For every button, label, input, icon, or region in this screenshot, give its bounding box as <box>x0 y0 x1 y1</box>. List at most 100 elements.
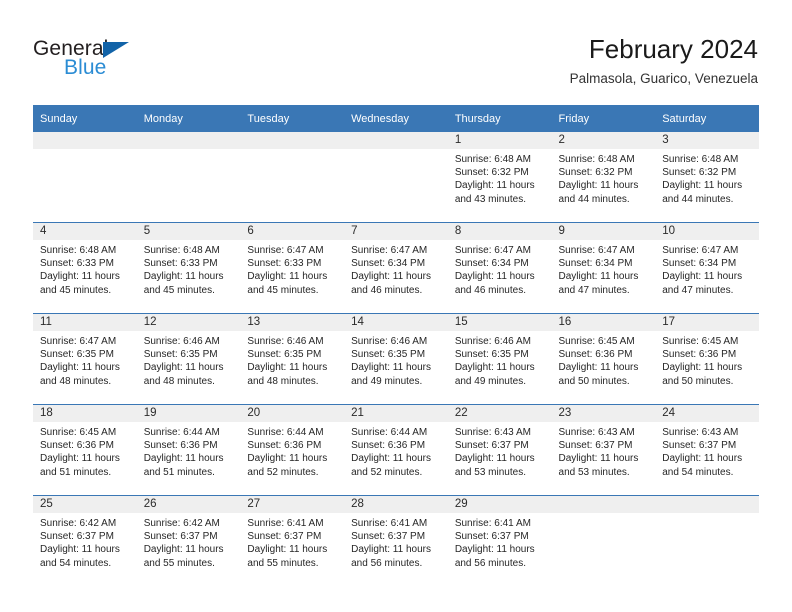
day-number: 3 <box>655 132 759 149</box>
month-calendar-grid: Sunday Monday Tuesday Wednesday Thursday Frid… <box>33 105 759 586</box>
day-cell[interactable]: 10 Sunrise: 6:47 AM Sunset: 6:34 PM Dayligh… <box>655 222 759 314</box>
daylight-text: Daylight: 11 hours and 51 minutes. <box>40 453 120 478</box>
day-cell[interactable]: 7 Sunrise: 6:47 AM Sunset: 6:34 PM Daylight… <box>344 222 448 314</box>
day-cell[interactable]: 14 Sunrise: 6:46 AM Sunset: 6:35 PM Dayligh… <box>344 313 448 405</box>
day-cell[interactable]: 5 Sunrise: 6:48 AM Sunset: 6:33 PM Daylight… <box>136 222 241 314</box>
day-cell[interactable]: 23 Sunrise: 6:43 AM Sunset: 6:37 PM Dayligh… <box>551 404 656 496</box>
day-cell[interactable]: 21 Sunrise: 6:44 AM Sunset: 6:36 PM Dayligh… <box>344 404 448 496</box>
daylight-text: Daylight: 11 hours and 50 minutes. <box>662 362 743 387</box>
sunset-text: Sunset: 6:36 PM <box>558 349 633 361</box>
daylight-text: Daylight: 11 hours and 54 minutes. <box>662 453 743 478</box>
sunset-text: Sunset: 6:37 PM <box>247 531 322 543</box>
day-cell[interactable]: 13 Sunrise: 6:46 AM Sunset: 6:35 PM Dayligh… <box>240 313 345 405</box>
daylight-text: Daylight: 11 hours and 55 minutes. <box>143 544 224 569</box>
day-cell[interactable]: 6 Sunrise: 6:47 AM Sunset: 6:33 PM Daylight… <box>240 222 345 314</box>
sunset-text: Sunset: 6:32 PM <box>662 167 737 179</box>
calendar-week-row: 25 Sunrise: 6:42 AM Sunset: 6:37 PM Dayligh… <box>33 495 759 586</box>
weekday-header-thursday: Thursday <box>447 105 552 132</box>
daylight-text: Daylight: 11 hours and 56 minutes. <box>351 544 431 569</box>
day-cell-empty <box>551 495 656 586</box>
day-number: 16 <box>551 314 656 331</box>
daylight-text: Daylight: 11 hours and 52 minutes. <box>247 453 328 478</box>
day-number <box>136 132 241 149</box>
page-header: General Blue February 2024 Palmasola, Gu… <box>0 0 792 104</box>
daylight-text: Daylight: 11 hours and 47 minutes. <box>662 271 743 296</box>
sunset-text: Sunset: 6:33 PM <box>40 258 114 270</box>
weekday-header-saturday: Saturday <box>655 105 759 132</box>
day-cell-details: Sunrise: 6:47 AM Sunset: 6:34 PM Daylight:… <box>344 240 448 297</box>
daylight-text: Daylight: 11 hours and 53 minutes. <box>454 453 535 478</box>
day-cell[interactable]: 25 Sunrise: 6:42 AM Sunset: 6:37 PM Dayligh… <box>33 495 137 586</box>
day-cell-details: Sunrise: 6:44 AM Sunset: 6:36 PM Daylight:… <box>137 422 241 479</box>
sunset-text: Sunset: 6:34 PM <box>558 258 633 270</box>
day-cell[interactable]: 3 Sunrise: 6:48 AM Sunset: 6:32 PM Daylight… <box>655 132 759 223</box>
sunset-text: Sunset: 6:36 PM <box>40 440 114 452</box>
day-cell[interactable]: 27 Sunrise: 6:41 AM Sunset: 6:37 PM Dayligh… <box>240 495 345 586</box>
sunrise-text: Sunrise: 6:45 AM <box>662 336 739 347</box>
day-cell-empty <box>344 132 448 223</box>
day-cell-details: Sunrise: 6:45 AM Sunset: 6:36 PM Daylight:… <box>33 422 137 479</box>
day-cell[interactable]: 4 Sunrise: 6:48 AM Sunset: 6:33 PM Daylight… <box>33 222 137 314</box>
day-cell[interactable]: 24 Sunrise: 6:43 AM Sunset: 6:37 PM Dayligh… <box>655 404 759 496</box>
daylight-text: Daylight: 11 hours and 53 minutes. <box>558 453 639 478</box>
day-cell[interactable]: 18 Sunrise: 6:45 AM Sunset: 6:36 PM Dayligh… <box>33 404 137 496</box>
day-cell[interactable]: 28 Sunrise: 6:41 AM Sunset: 6:37 PM Dayligh… <box>344 495 448 586</box>
sunset-text: Sunset: 6:32 PM <box>558 167 633 179</box>
calendar-header-row: Sunday Monday Tuesday Wednesday Thursday Frid… <box>33 105 759 132</box>
day-cell-details: Sunrise: 6:43 AM Sunset: 6:37 PM Daylight:… <box>448 422 552 479</box>
day-cell[interactable]: 12 Sunrise: 6:46 AM Sunset: 6:35 PM Dayligh… <box>136 313 241 405</box>
day-cell-details: Sunrise: 6:44 AM Sunset: 6:36 PM Daylight:… <box>240 422 344 479</box>
sunset-text: Sunset: 6:34 PM <box>351 258 426 270</box>
day-cell[interactable]: 11 Sunrise: 6:47 AM Sunset: 6:35 PM Dayligh… <box>33 313 137 405</box>
day-cell[interactable]: 8 Sunrise: 6:47 AM Sunset: 6:34 PM Daylight… <box>447 222 552 314</box>
day-cell[interactable]: 26 Sunrise: 6:42 AM Sunset: 6:37 PM Dayligh… <box>136 495 241 586</box>
day-cell[interactable]: 1 Sunrise: 6:48 AM Sunset: 6:32 PM Daylight… <box>447 132 552 223</box>
day-cell-empty <box>240 132 345 223</box>
day-cell-details: Sunrise: 6:42 AM Sunset: 6:37 PM Daylight:… <box>33 513 137 570</box>
day-cell[interactable]: 9 Sunrise: 6:47 AM Sunset: 6:34 PM Daylight… <box>551 222 656 314</box>
day-number <box>344 132 448 149</box>
sunrise-text: Sunrise: 6:47 AM <box>247 245 324 256</box>
daylight-text: Daylight: 11 hours and 55 minutes. <box>247 544 328 569</box>
daylight-text: Daylight: 11 hours and 44 minutes. <box>662 180 743 205</box>
day-cell[interactable]: 15 Sunrise: 6:46 AM Sunset: 6:35 PM Dayligh… <box>447 313 552 405</box>
day-number: 24 <box>655 405 759 422</box>
day-cell[interactable]: 16 Sunrise: 6:45 AM Sunset: 6:36 PM Dayligh… <box>551 313 656 405</box>
day-cell-details: Sunrise: 6:48 AM Sunset: 6:32 PM Daylight:… <box>448 149 552 206</box>
sunrise-text: Sunrise: 6:46 AM <box>351 336 428 347</box>
day-number: 5 <box>136 223 241 240</box>
weekday-header-tuesday: Tuesday <box>240 105 345 132</box>
day-cell-details: Sunrise: 6:47 AM Sunset: 6:35 PM Daylight:… <box>33 331 137 388</box>
day-number: 18 <box>33 405 137 422</box>
day-cell[interactable]: 2 Sunrise: 6:48 AM Sunset: 6:32 PM Daylight… <box>551 132 656 223</box>
day-number: 8 <box>447 223 552 240</box>
daylight-text: Daylight: 11 hours and 56 minutes. <box>454 544 535 569</box>
day-cell[interactable]: 20 Sunrise: 6:44 AM Sunset: 6:36 PM Dayligh… <box>240 404 345 496</box>
sunset-text: Sunset: 6:35 PM <box>351 349 426 361</box>
day-number: 20 <box>240 405 345 422</box>
day-cell[interactable]: 29 Sunrise: 6:41 AM Sunset: 6:37 PM Dayligh… <box>447 495 552 586</box>
day-cell-details: Sunrise: 6:41 AM Sunset: 6:37 PM Daylight:… <box>344 513 448 570</box>
day-number: 7 <box>344 223 448 240</box>
day-cell-details: Sunrise: 6:46 AM Sunset: 6:35 PM Daylight:… <box>344 331 448 388</box>
logo-triangle-icon <box>103 42 129 58</box>
daylight-text: Daylight: 11 hours and 48 minutes. <box>247 362 328 387</box>
day-number: 29 <box>447 496 552 513</box>
day-cell-details: Sunrise: 6:45 AM Sunset: 6:36 PM Daylight:… <box>655 331 759 388</box>
day-cell[interactable]: 22 Sunrise: 6:43 AM Sunset: 6:37 PM Dayligh… <box>447 404 552 496</box>
logo-text-blue: Blue <box>64 56 107 79</box>
sunset-text: Sunset: 6:34 PM <box>454 258 529 270</box>
daylight-text: Daylight: 11 hours and 46 minutes. <box>351 271 431 296</box>
sunset-text: Sunset: 6:32 PM <box>454 167 529 179</box>
calendar-body: 1 Sunrise: 6:48 AM Sunset: 6:32 PM Daylight… <box>33 132 759 586</box>
calendar-page: General Blue February 2024 Palmasola, Gu… <box>0 0 792 612</box>
sunset-text: Sunset: 6:35 PM <box>247 349 322 361</box>
day-cell[interactable]: 17 Sunrise: 6:45 AM Sunset: 6:36 PM Dayligh… <box>655 313 759 405</box>
sunset-text: Sunset: 6:37 PM <box>454 531 529 543</box>
weekday-header-monday: Monday <box>136 105 241 132</box>
day-number: 28 <box>344 496 448 513</box>
daylight-text: Daylight: 11 hours and 44 minutes. <box>558 180 639 205</box>
day-cell[interactable]: 19 Sunrise: 6:44 AM Sunset: 6:36 PM Dayligh… <box>136 404 241 496</box>
sunset-text: Sunset: 6:34 PM <box>662 258 737 270</box>
day-cell-empty <box>33 132 137 223</box>
